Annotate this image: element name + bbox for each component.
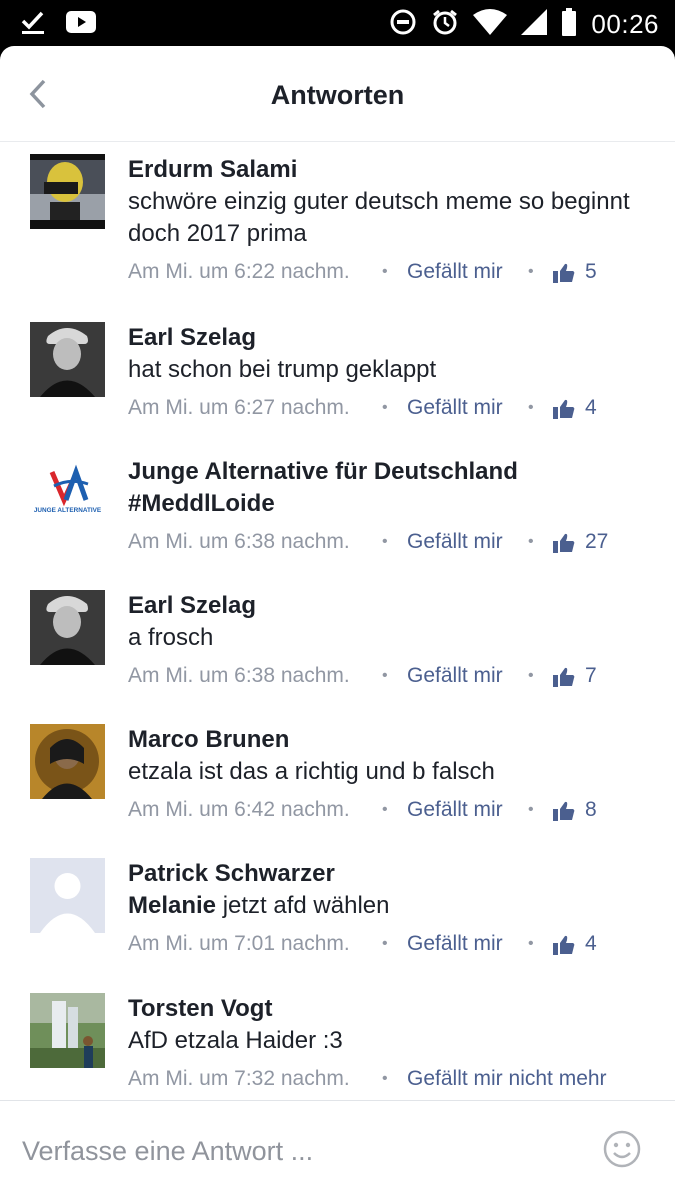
header-bar: Antworten	[0, 46, 675, 142]
comment-author[interactable]: Earl Szelag	[128, 322, 655, 354]
comment-meta: Am Mi. um 6:27 nachm. • Gefällt mir • 4	[128, 390, 655, 426]
avatar[interactable]	[30, 724, 105, 799]
separator-dot: •	[382, 263, 388, 280]
ja-logo: JUNGE ALTERNATIVE	[30, 456, 105, 531]
comment-list[interactable]: Erdurm Salami schwöre einzig guter deuts…	[0, 142, 675, 1102]
comment-author[interactable]: Marco Brunen	[128, 724, 655, 756]
page-title: Antworten	[270, 80, 405, 110]
comment-meta: Am Mi. um 6:38 nachm. • Gefällt mir • 27	[128, 524, 655, 560]
like-button[interactable]: Gefällt mir	[407, 524, 503, 560]
avatar[interactable]: JUNGE ALTERNATIVE	[30, 456, 105, 531]
comment-text: AfD etzala Haider :3	[128, 1027, 343, 1054]
separator-dot: •	[528, 801, 534, 818]
comment-timestamp: Am Mi. um 6:38 nachm.	[128, 664, 350, 687]
comment-author[interactable]: Erdurm Salami	[128, 154, 655, 186]
comment-timestamp: Am Mi. um 6:22 nachm.	[128, 260, 350, 283]
comment-author[interactable]: Torsten Vogt	[128, 993, 655, 1025]
like-count[interactable]: 8	[585, 792, 597, 828]
comment-timestamp: Am Mi. um 6:27 nachm.	[128, 396, 350, 419]
comment-author[interactable]: Junge Alternative für Deutschland	[128, 456, 655, 488]
like-count[interactable]: 4	[585, 926, 597, 962]
like-button[interactable]: Gefällt mir	[407, 792, 503, 828]
separator-dot: •	[528, 399, 534, 416]
clock-time: 00:26	[591, 9, 659, 39]
separator-dot: •	[382, 1070, 388, 1087]
comment-author[interactable]: Earl Szelag	[128, 590, 655, 622]
avatar[interactable]	[30, 590, 105, 665]
comment-text: Melanie jetzt afd wählen	[128, 890, 655, 922]
replies-sheet: Antworten Erdurm Salami schwöre einzig g…	[0, 46, 675, 1200]
thumbs-up-icon	[553, 263, 575, 283]
comment-timestamp: Am Mi. um 6:38 nachm.	[128, 530, 350, 553]
emoji-button[interactable]	[603, 1130, 641, 1168]
comment-timestamp: Am Mi. um 7:32 nachm.	[128, 1067, 350, 1090]
like-count[interactable]: 7	[585, 658, 597, 694]
thumbs-up-icon	[553, 801, 575, 821]
download-done-icon	[20, 9, 46, 40]
avatar[interactable]	[30, 322, 105, 397]
do-not-disturb-icon	[389, 8, 417, 41]
separator-dot: •	[382, 935, 388, 952]
wifi-icon	[473, 9, 508, 40]
avatar[interactable]	[30, 858, 105, 933]
thumbs-up-icon	[553, 667, 575, 687]
avatar[interactable]	[30, 993, 105, 1068]
like-button[interactable]: Gefällt mir	[407, 390, 503, 426]
separator-dot: •	[382, 399, 388, 416]
alarm-icon	[431, 8, 459, 41]
comment-meta: Am Mi. um 7:32 nachm. • Gefällt mir nich…	[128, 1061, 655, 1097]
comment-text: a frosch	[128, 624, 214, 651]
separator-dot: •	[528, 667, 534, 684]
like-button[interactable]: Gefällt mir	[407, 926, 503, 962]
like-count[interactable]: 4	[585, 390, 597, 426]
comment-meta: Am Mi. um 7:01 nachm. • Gefällt mir • 4	[128, 926, 655, 962]
separator-dot: •	[382, 801, 388, 818]
unlike-button[interactable]: Gefällt mir nicht mehr	[407, 1061, 607, 1097]
default-avatar-icon	[30, 858, 105, 933]
like-button[interactable]: Gefällt mir	[407, 254, 503, 290]
separator-dot: •	[528, 533, 534, 550]
like-count[interactable]: 5	[585, 254, 597, 290]
comment-text-rest: jetzt afd wählen	[216, 892, 390, 919]
comment-hashtag[interactable]: #MeddlLoide	[128, 488, 655, 520]
separator-dot: •	[382, 533, 388, 550]
separator-dot: •	[382, 667, 388, 684]
reply-input[interactable]	[22, 1129, 582, 1173]
comment-text: hat schon bei trump geklappt	[128, 356, 437, 383]
logo-caption: JUNGE ALTERNATIVE	[34, 507, 102, 514]
separator-dot: •	[528, 263, 534, 280]
thumbs-up-icon	[553, 935, 575, 955]
comment-text: schwöre einzig guter deutsch meme so beg…	[128, 188, 630, 247]
mention-link[interactable]: Melanie	[128, 892, 216, 919]
comment-meta: Am Mi. um 6:22 nachm. • Gefällt mir • 5	[128, 254, 655, 290]
comment-timestamp: Am Mi. um 6:42 nachm.	[128, 798, 350, 821]
avatar[interactable]	[30, 154, 105, 229]
separator-dot: •	[528, 935, 534, 952]
youtube-icon	[66, 11, 96, 38]
comment-text: etzala ist das a richtig und b falsch	[128, 758, 495, 785]
comment-timestamp: Am Mi. um 7:01 nachm.	[128, 932, 350, 955]
comment-meta: Am Mi. um 6:42 nachm. • Gefällt mir • 8	[128, 792, 655, 828]
comment-author[interactable]: Patrick Schwarzer	[128, 858, 655, 890]
thumbs-up-icon	[553, 399, 575, 419]
signal-icon	[521, 9, 548, 40]
status-bar: 00:26	[0, 0, 675, 46]
reply-composer	[0, 1100, 675, 1200]
like-button[interactable]: Gefällt mir	[407, 658, 503, 694]
battery-icon	[561, 8, 577, 41]
comment-meta: Am Mi. um 6:38 nachm. • Gefällt mir • 7	[128, 658, 655, 694]
thumbs-up-icon	[553, 533, 575, 553]
like-count[interactable]: 27	[585, 524, 608, 560]
smiley-icon	[603, 1130, 641, 1168]
